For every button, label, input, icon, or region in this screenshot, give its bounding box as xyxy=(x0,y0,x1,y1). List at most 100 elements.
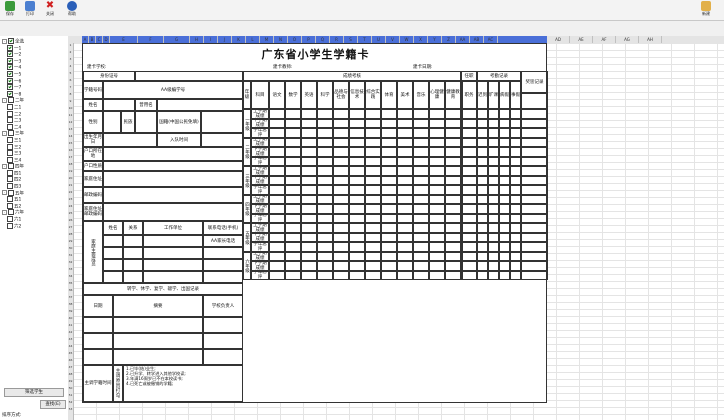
tree-item[interactable]: 四1 xyxy=(2,169,66,177)
row-header[interactable]: 36 xyxy=(68,288,73,292)
column-header[interactable]: R xyxy=(330,36,344,43)
row-header[interactable]: 12 xyxy=(68,120,73,124)
checkbox[interactable] xyxy=(7,77,13,84)
column-header[interactable]: U xyxy=(372,36,386,43)
tree-item[interactable]: 二1 xyxy=(2,103,66,111)
row-header[interactable]: 26 xyxy=(68,218,73,222)
row-header[interactable]: 10 xyxy=(68,106,73,110)
checkbox[interactable] xyxy=(7,156,13,163)
checkbox[interactable] xyxy=(7,222,13,229)
row-header[interactable]: 28 xyxy=(68,232,73,236)
row-header[interactable]: 18 xyxy=(68,162,73,166)
row-header[interactable]: 39 xyxy=(68,309,73,313)
row-header[interactable]: 47 xyxy=(68,365,73,369)
tree-item[interactable]: 三1 xyxy=(2,136,66,144)
tree-item[interactable]: 一7 xyxy=(2,84,66,91)
row-header[interactable]: 6 xyxy=(68,78,73,82)
column-header[interactable]: Z xyxy=(442,36,456,43)
checkbox[interactable] xyxy=(7,176,13,183)
row-header[interactable]: 19 xyxy=(68,169,73,173)
row-header[interactable]: 37 xyxy=(68,295,73,299)
row-header[interactable]: 24 xyxy=(68,204,73,208)
checkbox[interactable] xyxy=(8,189,14,196)
checkbox[interactable] xyxy=(8,209,14,216)
print-button[interactable]: 打印 xyxy=(20,0,40,20)
row-header[interactable]: 7 xyxy=(68,85,73,89)
column-header[interactable]: AC xyxy=(484,36,498,43)
column-header[interactable]: S xyxy=(344,36,358,43)
tree-item[interactable]: 一1 xyxy=(2,44,66,52)
row-header[interactable]: 42 xyxy=(68,330,73,334)
column-header[interactable]: AH xyxy=(639,36,662,43)
column-header[interactable]: K xyxy=(232,36,246,43)
tree-item[interactable]: 五1 xyxy=(2,196,66,203)
close-button[interactable]: ✖ 关闭 xyxy=(40,0,60,20)
collapse-icon[interactable]: - xyxy=(2,38,7,44)
tree-item[interactable]: - 六年 xyxy=(2,209,66,216)
column-header[interactable]: AF xyxy=(593,36,616,43)
checkbox[interactable] xyxy=(7,110,13,117)
checkbox[interactable] xyxy=(7,123,13,130)
checkbox[interactable] xyxy=(8,130,14,137)
row-header[interactable]: 35 xyxy=(68,281,73,285)
checkbox[interactable] xyxy=(7,51,13,58)
column-header[interactable]: E xyxy=(110,36,138,43)
checkbox[interactable] xyxy=(7,183,13,190)
column-header[interactable]: Q xyxy=(316,36,330,43)
row-header[interactable]: 11 xyxy=(68,113,73,117)
checkbox[interactable] xyxy=(7,196,13,203)
row-header[interactable]: 17 xyxy=(68,155,73,159)
tree-item[interactable]: - 五年 xyxy=(2,189,66,197)
new-button[interactable]: 新建 xyxy=(696,0,716,20)
column-header[interactable]: T xyxy=(358,36,372,43)
row-header[interactable]: 31 xyxy=(68,253,73,257)
row-header[interactable]: 41 xyxy=(68,323,73,327)
search-button[interactable]: 查找(E) xyxy=(40,400,66,409)
row-header[interactable]: 38 xyxy=(68,302,73,306)
column-header[interactable]: M xyxy=(260,36,274,43)
row-header[interactable]: 34 xyxy=(68,274,73,278)
checkbox[interactable] xyxy=(7,70,13,77)
column-header[interactable]: C xyxy=(96,36,103,43)
row-header[interactable]: 53 xyxy=(68,407,73,411)
row-header[interactable]: 4 xyxy=(68,64,73,68)
row-header[interactable]: 9 xyxy=(68,99,73,103)
tree-item[interactable]: 四3 xyxy=(2,183,66,190)
checkbox[interactable] xyxy=(7,57,13,64)
row-header[interactable]: 14 xyxy=(68,134,73,138)
row-header[interactable]: 20 xyxy=(68,176,73,180)
row-header[interactable]: 16 xyxy=(68,148,73,152)
collapse-icon[interactable]: - xyxy=(2,190,7,196)
row-header[interactable]: 8 xyxy=(68,92,73,96)
column-header[interactable]: F xyxy=(138,36,164,43)
checkbox[interactable] xyxy=(8,163,14,170)
row-header[interactable]: 25 xyxy=(68,211,73,215)
row-header[interactable]: 2 xyxy=(68,50,73,54)
column-header[interactable]: AB xyxy=(470,36,484,43)
checkbox[interactable] xyxy=(7,216,13,223)
tree-item[interactable]: 一6 xyxy=(2,77,66,85)
column-header[interactable]: I xyxy=(204,36,218,43)
tree-item[interactable]: 六2 xyxy=(2,222,66,230)
row-header[interactable]: 46 xyxy=(68,358,73,362)
tree-item[interactable]: - 二年 xyxy=(2,97,66,104)
column-header[interactable]: Y xyxy=(428,36,442,43)
column-header[interactable]: L xyxy=(246,36,260,43)
row-header[interactable]: 13 xyxy=(68,127,73,131)
row-header[interactable]: 1 xyxy=(68,43,73,47)
column-header[interactable]: D xyxy=(103,36,110,43)
save-button[interactable]: 保存 xyxy=(0,0,20,20)
checkbox[interactable] xyxy=(7,44,13,51)
row-header[interactable]: 44 xyxy=(68,344,73,348)
checkbox[interactable] xyxy=(7,202,13,209)
tree-item[interactable]: 一4 xyxy=(2,64,66,71)
checkbox[interactable] xyxy=(7,84,13,91)
column-header[interactable]: AG xyxy=(616,36,639,43)
spreadsheet[interactable]: A B C D E F G H I J K L M N O P Q R S T U V W X Y Z AA AB AC AD AE AF AG… xyxy=(68,36,724,420)
filter-students-button[interactable]: 筛选学生 xyxy=(4,388,64,397)
collapse-icon[interactable]: - xyxy=(2,97,7,103)
row-header[interactable]: 3 xyxy=(68,57,73,61)
row-header[interactable]: 32 xyxy=(68,260,73,264)
tree-item[interactable]: 一2 xyxy=(2,51,66,58)
column-header[interactable]: G xyxy=(164,36,190,43)
